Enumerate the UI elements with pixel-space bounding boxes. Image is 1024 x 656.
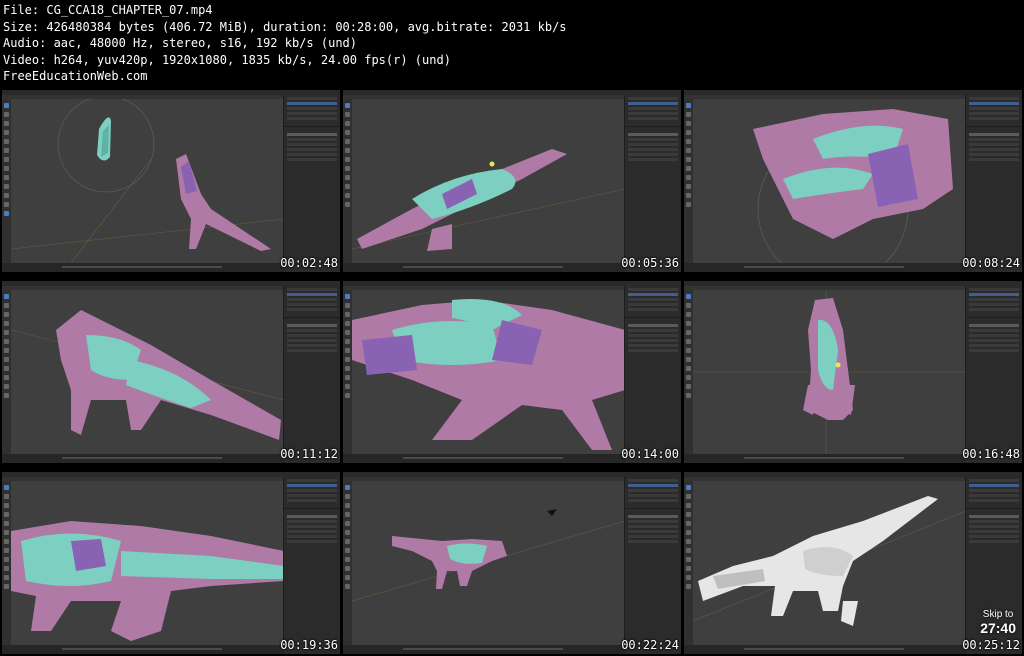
3d-viewport <box>11 99 284 263</box>
timeline <box>684 454 966 463</box>
toolbar <box>2 99 11 263</box>
thumbnail-1[interactable]: 00:02:48 <box>2 90 340 272</box>
file-name: File: CG_CCA18_CHAPTER_07.mp4 <box>3 3 213 17</box>
thumbnail-grid: 00:02:48 00:05:36 00:08:24 00:11:12 00:1… <box>0 88 1024 656</box>
properties-panel <box>965 286 1022 463</box>
3d-viewport <box>693 290 966 454</box>
skip-to-overlay[interactable]: Skip to 27:40 <box>980 609 1016 636</box>
timeline <box>2 645 284 654</box>
timestamp: 00:16:48 <box>962 447 1020 461</box>
toolbar <box>343 481 352 645</box>
timeline <box>684 263 966 272</box>
toolbar <box>684 481 693 645</box>
properties-panel <box>624 286 681 463</box>
3d-viewport <box>693 481 966 645</box>
scene-render <box>11 310 284 440</box>
3d-viewport <box>11 481 284 645</box>
3d-viewport <box>352 481 625 645</box>
properties-panel <box>283 95 340 272</box>
site-watermark: FreeEducationWeb.com <box>3 69 148 83</box>
timestamp: 00:05:36 <box>621 256 679 270</box>
skip-time: 27:40 <box>980 620 1016 636</box>
file-info-header: File: CG_CCA18_CHAPTER_07.mp4 Size: 4264… <box>3 2 603 85</box>
3d-viewport <box>11 290 284 454</box>
scene-render <box>352 149 625 251</box>
timestamp: 00:08:24 <box>962 256 1020 270</box>
scene-render <box>693 290 966 454</box>
timestamp: 00:11:12 <box>280 447 338 461</box>
timestamp: 00:25:12 <box>962 638 1020 652</box>
skip-label: Skip to <box>982 609 1014 620</box>
scene-render <box>753 109 953 263</box>
thumbnail-5[interactable]: 00:14:00 <box>343 281 681 463</box>
timestamp: 00:02:48 <box>280 256 338 270</box>
thumbnail-8[interactable]: 00:22:24 <box>343 472 681 654</box>
3d-viewport <box>352 99 625 263</box>
thumbnail-4[interactable]: 00:11:12 <box>2 281 340 463</box>
timestamp: 00:22:24 <box>621 638 679 652</box>
thumbnail-9[interactable]: 00:25:12 Skip to 27:40 <box>684 472 1022 654</box>
3d-viewport <box>693 99 966 263</box>
properties-panel <box>965 95 1022 272</box>
timeline <box>2 454 284 463</box>
toolbar <box>343 99 352 263</box>
scene-render <box>693 496 966 626</box>
timestamp: 00:14:00 <box>621 447 679 461</box>
properties-panel <box>283 286 340 463</box>
thumbnail-7[interactable]: 00:19:36 <box>2 472 340 654</box>
scene-render <box>352 509 625 602</box>
toolbar <box>2 481 11 645</box>
audio-info: Audio: aac, 48000 Hz, stereo, s16, 192 k… <box>3 36 358 50</box>
file-size-info: Size: 426480384 bytes (406.72 MiB), dura… <box>3 19 567 34</box>
thumbnail-3[interactable]: 00:08:24 <box>684 90 1022 272</box>
timeline <box>684 645 966 654</box>
timeline <box>343 454 625 463</box>
timeline <box>343 263 625 272</box>
thumbnail-6[interactable]: 00:16:48 <box>684 281 1022 463</box>
toolbar <box>343 290 352 454</box>
toolbar <box>684 290 693 454</box>
timestamp: 00:19:36 <box>280 638 338 652</box>
video-info: Video: h264, yuv420p, 1920x1080, 1835 kb… <box>3 52 451 67</box>
toolbar <box>684 99 693 263</box>
3d-viewport <box>352 290 625 454</box>
timeline <box>343 645 625 654</box>
scene-render <box>352 299 625 450</box>
toolbar <box>2 290 11 454</box>
timeline <box>2 263 284 272</box>
properties-panel <box>624 95 681 272</box>
properties-panel <box>283 477 340 654</box>
thumbnail-2[interactable]: 00:05:36 <box>343 90 681 272</box>
properties-panel <box>624 477 681 654</box>
scene-render <box>11 521 284 641</box>
scene-render <box>11 99 284 263</box>
